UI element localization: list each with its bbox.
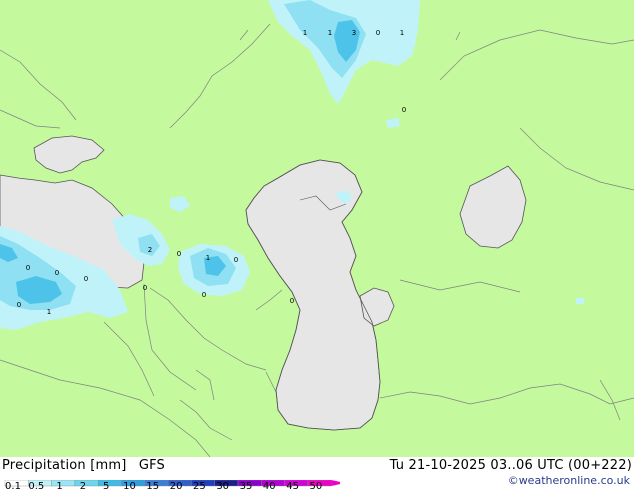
legend-tick-label: 5 [103,481,110,492]
legend-color-swatch [97,479,122,487]
value-label: 0 [234,256,238,264]
legend-tick-label: 15 [146,481,160,492]
legend-tick-label: 30 [216,481,230,492]
legend-tick-label: 20 [169,481,183,492]
legend-arrow [331,480,346,486]
precipitation-map: 1 1 3 0 1 0 2 0 1 0 0 0 0 0 0 0 1 0 [0,0,634,457]
value-label: 0 [143,284,147,292]
value-label: 0 [17,301,21,309]
value-label: 2 [148,246,152,254]
legend-tick-label: 35 [239,481,253,492]
value-label: 0 [402,106,406,114]
value-label: 1 [206,254,210,262]
value-label: 0 [26,264,30,272]
value-label: 0 [376,29,380,37]
value-label: 1 [400,29,404,37]
value-label: 0 [55,269,59,277]
footer-bar: Precipitation [mm] GFS Tu 21-10-2025 03.… [0,457,634,492]
legend-tick-label: 10 [123,481,136,492]
valid-datetime: Tu 21-10-2025 03..06 UTC (00+222) [389,458,632,473]
legend-color-swatch [51,479,76,487]
model-name: GFS [138,458,165,473]
legend-tick-label: 2 [79,481,87,492]
value-label: 0 [290,297,294,305]
legend-tick-label: 40 [262,481,276,492]
map-title: Precipitation [mm] GFS [2,458,165,473]
value-label: 0 [202,291,206,299]
color-scale-legend: 0.1 0.5 1 2 5 10 15 20 25 30 35 40 45 50 [0,473,346,492]
value-label: 0 [84,275,88,283]
value-label: 3 [352,29,356,37]
value-label: 1 [47,308,51,316]
legend-color-swatch [74,479,99,487]
legend-tick-label: 25 [193,481,206,492]
credit-link[interactable]: ©weatheronline.co.uk [508,474,630,487]
legend-tick-label: 45 [286,481,299,492]
value-label: 1 [328,29,332,37]
legend-tick-label: 0.5 [28,481,45,492]
legend-tick-label: 1 [56,481,63,492]
legend-tick-label: 0.1 [5,481,21,492]
legend-tick-label: 50 [309,481,323,492]
value-label: 0 [177,250,181,258]
value-label: 1 [303,29,307,37]
title-text: Precipitation [mm] [2,458,127,473]
